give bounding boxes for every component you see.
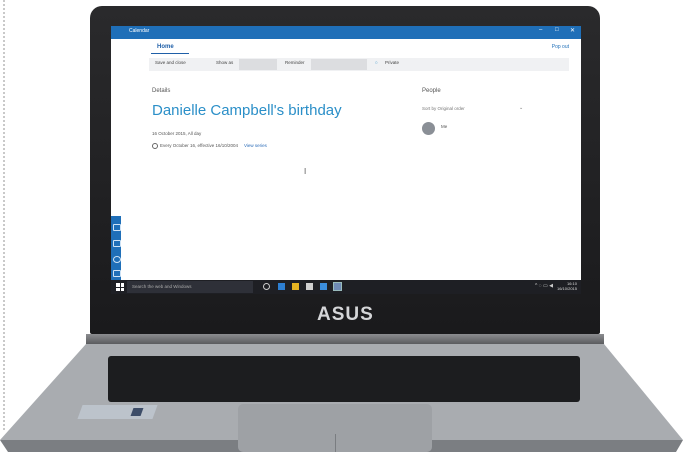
- show-as-label: Show as: [216, 60, 234, 65]
- left-nav-rail: [111, 216, 121, 280]
- close-button[interactable]: ✕: [570, 27, 575, 34]
- repeat-text: Every October 16, effective 16/10/2004: [160, 143, 238, 149]
- reminder-dropdown[interactable]: [311, 59, 367, 70]
- taskbar-search[interactable]: Search the web and Windows: [127, 281, 253, 293]
- store-icon[interactable]: [306, 283, 313, 290]
- start-button[interactable]: [116, 283, 124, 291]
- private-button[interactable]: Private: [385, 60, 399, 65]
- attendee-me: Me: [441, 124, 448, 129]
- windows-sticker: [77, 405, 158, 419]
- laptop-hinge: [86, 334, 604, 344]
- view-series-link[interactable]: View series: [244, 143, 267, 148]
- show-as-dropdown[interactable]: [239, 59, 277, 70]
- repeat-info: Every October 16, effective 16/10/2004 Vi…: [152, 143, 267, 149]
- avatar: [422, 122, 435, 135]
- pop-out-button[interactable]: Pop out: [552, 44, 569, 50]
- laptop-screen: Calendar – □ ✕ Home Pop out Save and clo…: [111, 26, 581, 294]
- ribbon-toolbar: Save and close Show as Reminder ○ Privat…: [149, 58, 569, 71]
- event-title[interactable]: Danielle Campbell's birthday: [152, 102, 342, 119]
- people-icon: ○: [375, 60, 378, 65]
- window-title: Calendar: [129, 28, 150, 34]
- taskbar: Search the web and Windows ^ ◌ ▭ ◀ 16:10…: [111, 280, 581, 294]
- clock-date: 16/10/2015: [556, 286, 577, 291]
- mail-app-icon[interactable]: [320, 283, 327, 290]
- system-tray-icons[interactable]: ^ ◌ ▭ ◀: [535, 283, 553, 289]
- settings-icon[interactable]: [113, 270, 121, 277]
- maximize-button[interactable]: □: [555, 27, 559, 33]
- event-date: 16 October 2015, All day: [152, 131, 202, 136]
- chevron-down-icon[interactable]: ⌄: [519, 105, 523, 111]
- calendar-app-icon[interactable]: [333, 282, 342, 291]
- window-titlebar: Calendar – □ ✕: [111, 26, 581, 39]
- asus-logo: ASUS: [317, 304, 374, 325]
- minimize-button[interactable]: –: [539, 27, 542, 33]
- keyboard: [108, 356, 580, 402]
- text-cursor-icon: I: [304, 167, 307, 176]
- repeat-icon: [152, 143, 158, 149]
- taskbar-clock[interactable]: 16:10 16/10/2015: [557, 281, 577, 291]
- mail-icon[interactable]: [113, 240, 121, 247]
- windows-logo-icon: [130, 408, 144, 416]
- trackpad-divider: [335, 434, 336, 452]
- details-heading: Details: [152, 88, 171, 94]
- calendar-icon[interactable]: [113, 224, 121, 231]
- edge-icon[interactable]: [278, 283, 285, 290]
- reminder-label: Reminder: [285, 60, 305, 65]
- file-explorer-icon[interactable]: [292, 283, 299, 290]
- save-and-close-button[interactable]: Save and close: [155, 60, 186, 65]
- task-view-icon[interactable]: [263, 283, 270, 290]
- people-heading: People: [422, 88, 441, 94]
- tab-home[interactable]: Home: [157, 44, 174, 50]
- sort-by-dropdown[interactable]: Sort by Original order: [422, 106, 465, 111]
- tab-home-underline: [151, 53, 189, 54]
- people-icon[interactable]: [113, 256, 121, 263]
